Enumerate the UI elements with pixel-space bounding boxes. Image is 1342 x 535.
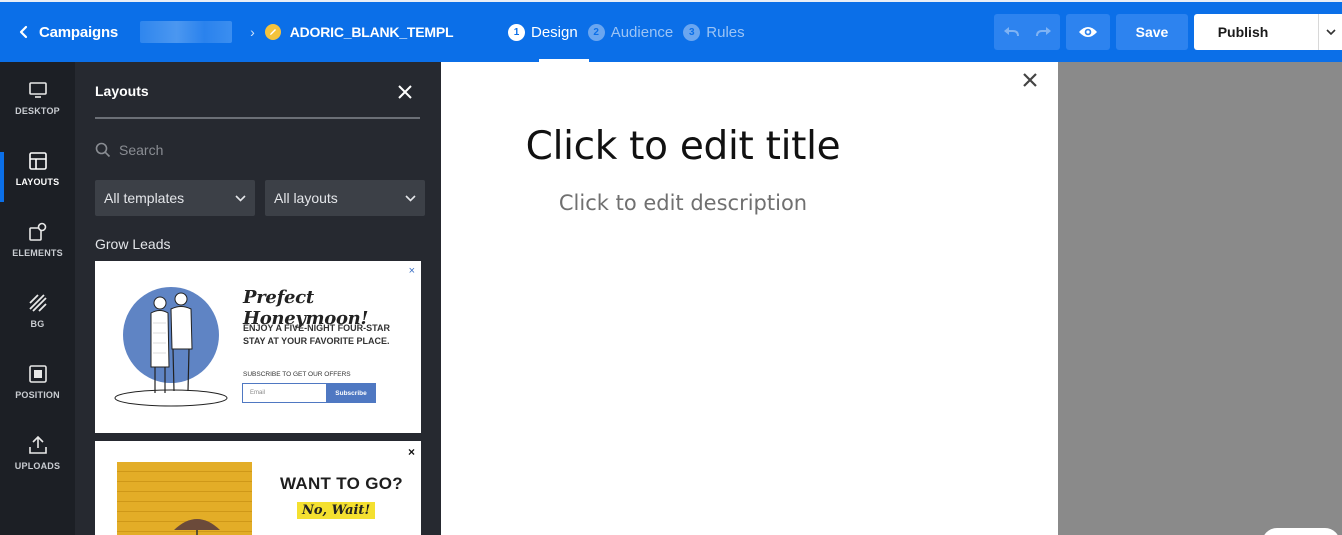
undo-redo-group [994, 14, 1060, 50]
card-subscribe-label: SUBSCRIBE TO GET OUR OFFERS [243, 371, 351, 378]
redo-icon [1035, 27, 1051, 37]
app-window: Campaigns › ADORIC_BLANK_TEMPL 1 Design … [0, 0, 1342, 535]
close-icon: × [408, 265, 415, 277]
sidebar-item-label: BG [30, 318, 45, 329]
elements-icon [28, 222, 46, 241]
sidebar-rail: DESKTOP LAYOUTS ELEMENTS BG POSITION UPL… [0, 62, 75, 535]
step-label: Rules [706, 23, 745, 41]
sidebar-item-layouts[interactable]: LAYOUTS [0, 133, 75, 204]
umbrella-icon [174, 519, 220, 535]
template-card[interactable]: × WANT TO GO? No, Wait! [95, 441, 421, 535]
toolbar-actions: Save Publish [994, 2, 1342, 62]
chevron-right-icon: › [250, 24, 255, 40]
popup-canvas: Click to edit title Click to edit descri… [441, 62, 1058, 535]
umbrella-photo [117, 462, 252, 535]
close-icon [398, 85, 412, 99]
card-email-field: Email [242, 383, 326, 403]
section-heading: Grow Leads [95, 236, 171, 252]
layouts-icon [28, 151, 47, 170]
undo-icon [1003, 27, 1019, 37]
chevron-down-icon [1325, 29, 1336, 35]
upload-icon [28, 435, 47, 454]
sidebar-item-desktop[interactable]: DESKTOP [0, 62, 75, 133]
sidebar-item-label: UPLOADS [14, 460, 61, 471]
back-to-campaigns-link[interactable]: Campaigns [18, 2, 118, 62]
select-value: All templates [104, 190, 185, 206]
sidebar-item-uploads[interactable]: UPLOADS [0, 417, 75, 488]
panel-title: Layouts [95, 83, 149, 99]
chevron-down-icon [405, 194, 416, 202]
sidebar-item-label: POSITION [15, 389, 60, 400]
save-button[interactable]: Save [1116, 14, 1188, 50]
close-panel-button[interactable] [395, 82, 415, 102]
background-icon [28, 293, 47, 312]
sidebar-item-bg[interactable]: BG [0, 275, 75, 346]
card-subscribe-button: Subscribe [326, 383, 376, 403]
divider [95, 117, 420, 119]
search-box [95, 138, 420, 162]
sidebar-item-position[interactable]: POSITION [0, 346, 75, 417]
chat-widget-button[interactable] [1262, 528, 1340, 535]
step-label: Design [531, 23, 578, 41]
search-icon [95, 142, 111, 158]
popup-close-button[interactable] [1019, 69, 1041, 91]
card-text: ENJOY A FIVE-NIGHT FOUR-STAR STAY AT YOU… [243, 323, 391, 346]
step-tabs: 1 Design 2 Audience 3 Rules [508, 2, 755, 62]
tab-design[interactable]: 1 Design [508, 2, 589, 62]
editable-description[interactable]: Click to edit description [441, 191, 925, 215]
undo-button[interactable] [994, 14, 1027, 50]
publish-button[interactable]: Publish [1194, 14, 1318, 50]
tab-audience[interactable]: 2 Audience [587, 2, 674, 62]
search-input[interactable] [119, 142, 399, 158]
template-card[interactable]: × Prefect Honeymoon! ENJOY A FIVE-NIGHT … [95, 261, 421, 433]
editable-title[interactable]: Click to edit title [441, 124, 925, 169]
publish-options-button[interactable] [1318, 14, 1342, 50]
step-number: 3 [683, 23, 701, 41]
sidebar-item-label: LAYOUTS [15, 176, 60, 187]
redo-button[interactable] [1027, 14, 1060, 50]
couple-illustration [114, 287, 228, 407]
card-subtitle: No, Wait! [297, 502, 376, 519]
eye-icon [1079, 27, 1097, 37]
select-value: All layouts [274, 190, 338, 206]
layouts-panel: Layouts All templates All layouts Grow L… [75, 62, 441, 535]
campaign-status-icon [264, 24, 281, 40]
close-icon [1023, 73, 1037, 87]
position-icon [28, 364, 47, 383]
step-label: Audience [610, 23, 674, 41]
sidebar-item-label: DESKTOP [15, 105, 60, 116]
campaign-name[interactable]: ADORIC_BLANK_TEMPL [290, 24, 454, 40]
preview-button[interactable] [1066, 14, 1110, 50]
pencil-icon [269, 29, 276, 35]
desktop-icon [28, 81, 47, 98]
template-filter-select[interactable]: All templates [95, 180, 255, 216]
step-number: 1 [508, 23, 525, 41]
sidebar-item-elements[interactable]: ELEMENTS [0, 204, 75, 275]
top-bar: Campaigns › ADORIC_BLANK_TEMPL 1 Design … [0, 0, 1342, 62]
back-label: Campaigns [39, 23, 119, 41]
close-icon: × [407, 445, 415, 459]
sidebar-item-label: ELEMENTS [12, 247, 63, 258]
step-number: 2 [587, 23, 605, 41]
redacted-breadcrumb[interactable] [140, 21, 233, 43]
tab-rules[interactable]: 3 Rules [683, 2, 745, 62]
layout-filter-select[interactable]: All layouts [265, 180, 425, 216]
chevron-left-icon [19, 25, 28, 39]
chevron-down-icon [235, 194, 246, 202]
card-title: WANT TO GO? [280, 474, 403, 493]
